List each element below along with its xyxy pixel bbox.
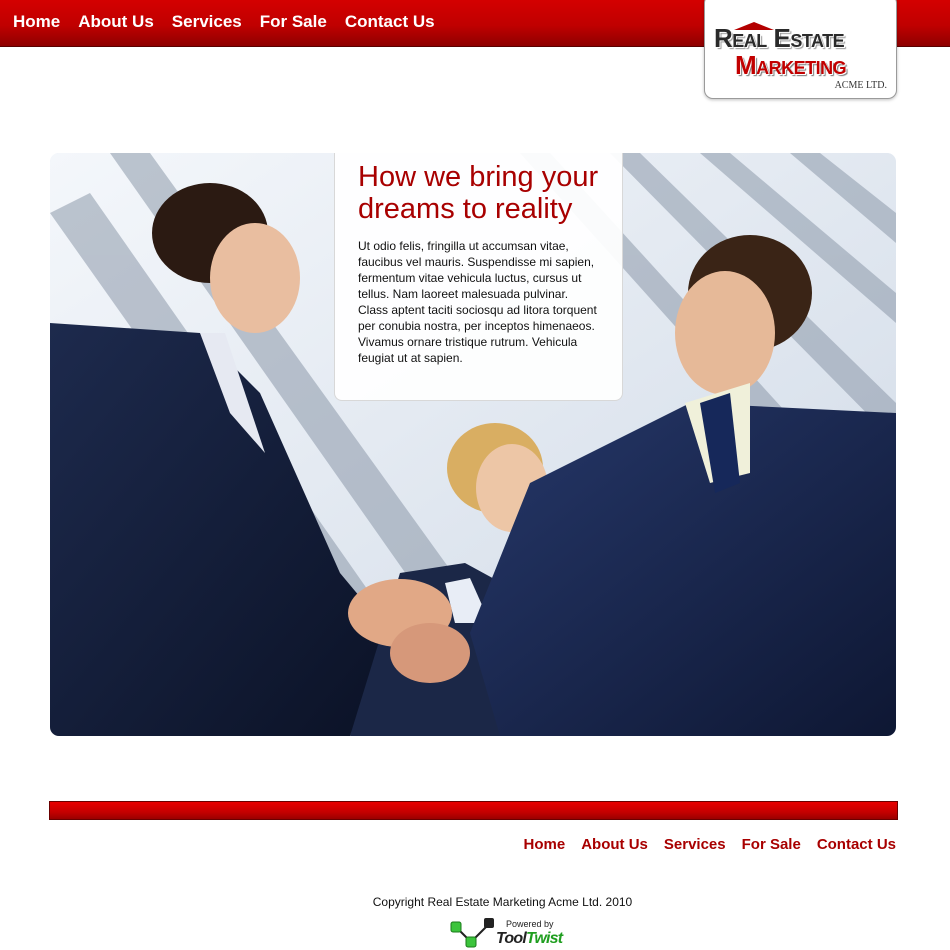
- main-nav: Home About Us Services For Sale Contact …: [13, 12, 453, 32]
- hero-banner: How we bring your dreams to reality Ut o…: [50, 153, 896, 736]
- powered-by-badge[interactable]: Powered by ToolTwist: [449, 916, 569, 950]
- footer-home-link[interactable]: Home: [524, 836, 566, 854]
- powered-by-label: Powered by: [506, 919, 554, 929]
- nav-about-link[interactable]: About Us: [78, 12, 154, 32]
- hero-text-panel: How we bring your dreams to reality Ut o…: [334, 153, 623, 401]
- brand-part-b: Twist: [525, 930, 563, 947]
- logo-line-3: ACME LTD.: [834, 80, 887, 91]
- footer-for-sale-link[interactable]: For Sale: [742, 836, 801, 854]
- nav-home-link[interactable]: Home: [13, 12, 60, 32]
- logo-line-1: Real Estate: [714, 23, 845, 53]
- footer-services-link[interactable]: Services: [664, 836, 726, 854]
- powered-by-brand: ToolTwist: [496, 930, 563, 948]
- logo-line-2: Marketing: [735, 50, 847, 80]
- nav-for-sale-link[interactable]: For Sale: [260, 12, 327, 32]
- footer-contact-link[interactable]: Contact Us: [817, 836, 896, 854]
- footer-nav: Home About Us Services For Sale Contact …: [508, 836, 896, 854]
- brand-part-a: Tool: [496, 930, 527, 947]
- hero-title: How we bring your dreams to reality: [358, 161, 599, 225]
- site-logo[interactable]: Real Estate Marketing ACME LTD.: [704, 0, 897, 99]
- footer-about-link[interactable]: About Us: [581, 836, 648, 854]
- footer-bar: [49, 801, 898, 820]
- copyright-text: Copyright Real Estate Marketing Acme Ltd…: [372, 895, 633, 909]
- tooltwist-logo-icon: [450, 918, 494, 948]
- hero-body-text: Ut odio felis, fringilla ut accumsan vit…: [358, 239, 597, 365]
- nav-services-link[interactable]: Services: [172, 12, 242, 32]
- nav-contact-link[interactable]: Contact Us: [345, 12, 435, 32]
